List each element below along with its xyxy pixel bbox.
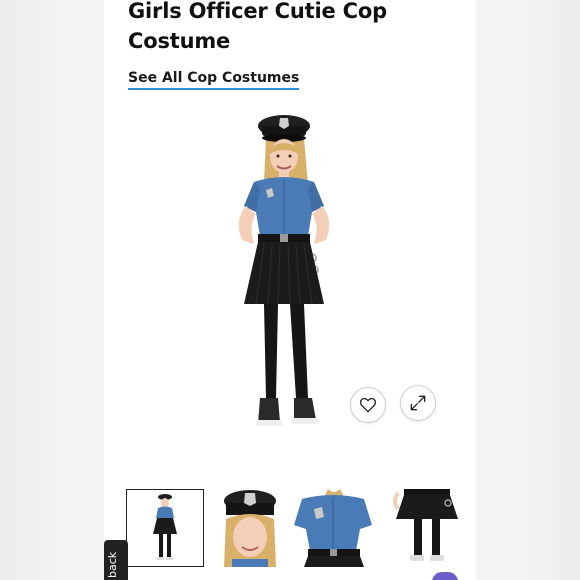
expand-arrows-icon: [410, 395, 426, 411]
favorite-button[interactable]: [350, 387, 386, 423]
thumbnail-strip: [126, 489, 466, 569]
feedback-tab[interactable]: back: [104, 540, 128, 580]
thumbnail-full-body[interactable]: [126, 489, 204, 567]
feedback-label: back: [106, 551, 119, 578]
thumbnail-image: [294, 489, 372, 567]
thumbnail-image: [153, 494, 177, 560]
chat-widget-button[interactable]: [432, 572, 458, 580]
expand-image-button[interactable]: [400, 385, 436, 421]
thumbnail-image: [224, 490, 276, 567]
heart-outline-icon: [359, 397, 377, 413]
thumbnail-shirt-belt[interactable]: [294, 489, 372, 567]
product-main-image[interactable]: [204, 108, 364, 440]
product-card: Girls Officer Cutie Cop Costume See All …: [104, 0, 476, 580]
thumbnail-hat-face[interactable]: [210, 489, 288, 567]
product-title: Girls Officer Cutie Cop Costume: [128, 0, 387, 53]
thumbnail-skirt-legs[interactable]: [388, 489, 466, 567]
thumbnail-image: [393, 489, 458, 561]
see-all-cop-costumes-link[interactable]: See All Cop Costumes: [128, 69, 300, 90]
product-page: Girls Officer Cutie Cop Costume See All …: [0, 0, 580, 580]
